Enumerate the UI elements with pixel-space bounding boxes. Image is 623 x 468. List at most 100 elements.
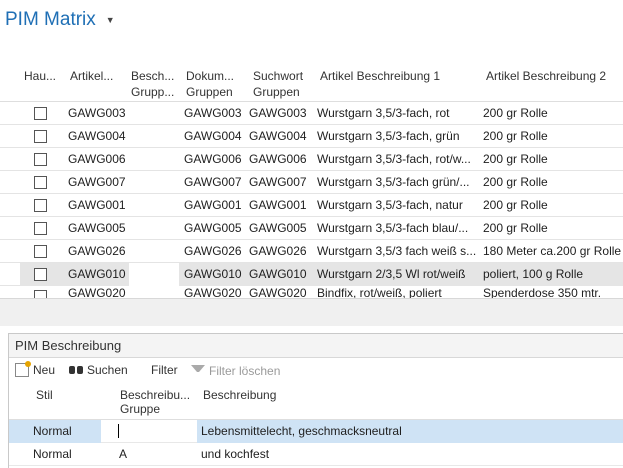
find-button[interactable]: Suchen	[69, 363, 128, 377]
filter-button[interactable]: Filter	[151, 363, 178, 377]
cell-artikel: GAWG020	[68, 286, 126, 298]
cell-dokum: GAWG006	[184, 152, 242, 166]
col-header-desc1[interactable]: Artikel Beschreibung 1	[320, 68, 440, 84]
cell-desc2: 200 gr Rolle	[483, 106, 548, 120]
row-checkbox[interactable]	[34, 268, 47, 281]
cell-desc2: 200 gr Rolle	[483, 129, 548, 143]
row-checkbox[interactable]	[34, 153, 47, 166]
row-checkbox[interactable]	[34, 176, 47, 189]
col-header-gruppe-2: Gruppe	[120, 402, 161, 416]
binoculars-icon	[69, 363, 83, 377]
cell-desc1: Wurstgarn 3,5/3-fach, rot/w...	[317, 152, 471, 166]
page-title[interactable]: PIM Matrix ▼	[5, 6, 115, 34]
cell-desc2: poliert, 100 g Rolle	[483, 267, 584, 281]
cell-desc1: Wurstgarn 3,5/3-fach, grün	[317, 129, 460, 143]
table-row[interactable]: GAWG004 GAWG004 GAWG004 Wurstgarn 3,5/3-…	[0, 125, 623, 148]
cell-beschreibung: und kochfest	[201, 447, 270, 461]
cell-artikel: GAWG006	[68, 152, 126, 166]
cell-desc2: 180 Meter ca.200 gr Rolle	[483, 244, 622, 258]
pane-splitter[interactable]	[0, 298, 623, 326]
cell-dokum: GAWG005	[184, 221, 242, 235]
cell-such: GAWG020	[249, 286, 307, 298]
col-header-beschreibung[interactable]: Beschreibung	[203, 388, 276, 402]
cell-dokum: GAWG010	[184, 267, 242, 281]
col-header-artikel[interactable]: Artikel...	[70, 68, 113, 84]
cell-stil: Normal	[33, 447, 72, 461]
col-header-dokum[interactable]: Dokum...	[186, 68, 234, 84]
panel-toolbar: Neu Suchen Filter Filter löschen	[9, 358, 623, 382]
col-header-dokum-2: Gruppen	[186, 85, 233, 99]
pim-matrix-grid: Hau... Artikel... Besch... Grupp... Doku…	[0, 58, 623, 298]
cell-desc2: 200 gr Rolle	[483, 175, 548, 189]
row-checkbox[interactable]	[34, 290, 47, 298]
chevron-down-icon[interactable]: ▼	[106, 15, 115, 25]
cell-desc1: Bindfix, rot/weiß, poliert	[317, 286, 442, 298]
row-checkbox[interactable]	[34, 130, 47, 143]
clear-filter-icon	[191, 365, 205, 379]
cell-such: GAWG004	[249, 129, 307, 143]
row-highlight-gap	[129, 263, 179, 286]
cell-desc1: Wurstgarn 2/3,5 Wl rot/weiß	[317, 267, 466, 281]
cell-dokum: GAWG004	[184, 129, 242, 143]
cell-artikel: GAWG003	[68, 106, 126, 120]
list-item[interactable]: Normal A und kochfest	[9, 443, 623, 466]
cell-desc1: Wurstgarn 3,5/3 fach weiß s...	[317, 244, 477, 258]
col-header-gruppe[interactable]: Beschreibu...	[120, 388, 190, 402]
cell-artikel: GAWG026	[68, 244, 126, 258]
cell-desc1: Wurstgarn 3,5/3-fach, natur	[317, 198, 463, 212]
panel-title: PIM Beschreibung	[9, 334, 623, 358]
cell-dokum: GAWG007	[184, 175, 242, 189]
cell-desc1: Wurstgarn 3,5/3-fach, rot	[317, 106, 450, 120]
new-button[interactable]: Neu	[15, 361, 56, 377]
cell-gruppe: A	[119, 447, 128, 461]
table-row[interactable]: GAWG006 GAWG006 GAWG006 Wurstgarn 3,5/3-…	[0, 148, 623, 171]
col-header-desc2[interactable]: Artikel Beschreibung 2	[486, 68, 606, 84]
page-title-text: PIM Matrix	[5, 9, 96, 30]
list-item-selected[interactable]: Normal Lebensmittelecht, geschmacksneutr…	[9, 420, 623, 443]
cell-such: GAWG026	[249, 244, 307, 258]
row-checkbox[interactable]	[34, 199, 47, 212]
col-header-besch-2: Grupp...	[131, 85, 175, 99]
cell-artikel: GAWG001	[68, 198, 126, 212]
row-checkbox[interactable]	[34, 222, 47, 235]
cell-artikel: GAWG010	[68, 267, 126, 281]
cell-dokum: GAWG020	[184, 286, 242, 298]
col-header-haupt[interactable]: Hau...	[24, 68, 56, 84]
col-header-suchwort-2: Gruppen	[253, 85, 300, 99]
new-button-label: Neu	[33, 363, 56, 377]
table-row[interactable]: GAWG005 GAWG005 GAWG005 Wurstgarn 3,5/3-…	[0, 217, 623, 240]
col-header-besch[interactable]: Besch...	[131, 68, 174, 84]
panel-grid-header: Stil Beschreibu... Gruppe Beschreibung	[9, 382, 623, 420]
cell-desc2: Spenderdose 350 mtr.	[483, 286, 602, 298]
pim-beschreibung-panel: PIM Beschreibung Neu Suchen Filter Filte…	[8, 333, 623, 468]
cell-such: GAWG006	[249, 152, 307, 166]
cell-stil: Normal	[33, 424, 72, 438]
text-cursor	[118, 424, 119, 438]
table-row[interactable]: GAWG026 GAWG026 GAWG026 Wurstgarn 3,5/3 …	[0, 240, 623, 263]
col-header-suchwort[interactable]: Suchwort	[253, 68, 303, 84]
clear-filter-button[interactable]: Filter löschen	[191, 363, 280, 379]
cell-dokum: GAWG003	[184, 106, 242, 120]
table-row[interactable]: GAWG003 GAWG003 GAWG003 Wurstgarn 3,5/3-…	[0, 102, 623, 125]
find-button-label: Suchen	[87, 363, 128, 377]
row-checkbox[interactable]	[34, 245, 47, 258]
table-row[interactable]: GAWG001 GAWG001 GAWG001 Wurstgarn 3,5/3-…	[0, 194, 623, 217]
cell-such: GAWG010	[249, 267, 307, 281]
cell-artikel: GAWG005	[68, 221, 126, 235]
filter-button-label: Filter	[151, 363, 178, 377]
cell-beschreibung: Lebensmittelecht, geschmacksneutral	[201, 424, 402, 438]
grid-header: Hau... Artikel... Besch... Grupp... Doku…	[0, 58, 623, 102]
cell-such: GAWG007	[249, 175, 307, 189]
cell-such: GAWG001	[249, 198, 307, 212]
cell-artikel: GAWG004	[68, 129, 126, 143]
table-row-selected[interactable]: GAWG010 GAWG010 GAWG010 Wurstgarn 2/3,5 …	[0, 263, 623, 286]
cell-dokum: GAWG026	[184, 244, 242, 258]
table-row[interactable]: GAWG007 GAWG007 GAWG007 Wurstgarn 3,5/3-…	[0, 171, 623, 194]
table-row[interactable]: GAWG020 GAWG020 GAWG020 Bindfix, rot/wei…	[0, 286, 623, 298]
cell-desc1: Wurstgarn 3,5/3-fach blau/...	[317, 221, 469, 235]
cell-desc2: 200 gr Rolle	[483, 221, 548, 235]
cell-desc2: 200 gr Rolle	[483, 198, 548, 212]
clear-filter-label: Filter löschen	[209, 364, 281, 378]
col-header-stil[interactable]: Stil	[36, 388, 53, 402]
row-checkbox[interactable]	[34, 107, 47, 120]
